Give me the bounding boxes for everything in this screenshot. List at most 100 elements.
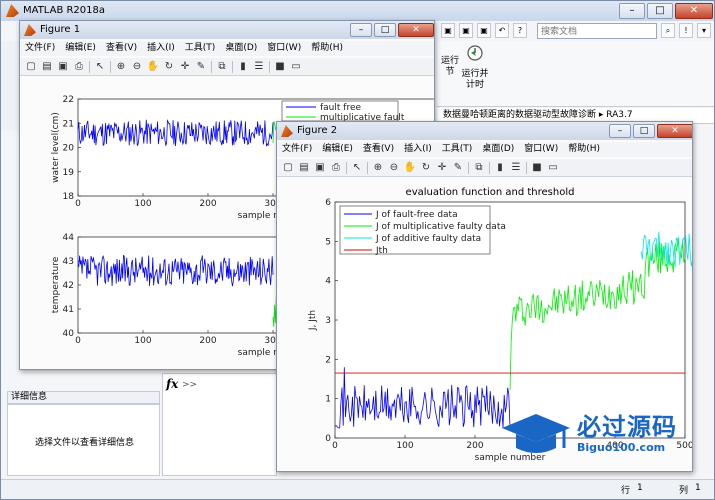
menu-item[interactable]: 查看(V) xyxy=(101,41,142,56)
menu-item[interactable]: 帮助(H) xyxy=(563,142,605,157)
hide-plot-tools-icon[interactable]: ■ xyxy=(530,161,544,175)
command-prompt[interactable]: >> xyxy=(182,380,197,390)
details-panel-title[interactable]: 详细信息 xyxy=(7,391,160,404)
fig1-top-ylabel: water level(cm) xyxy=(51,112,61,183)
hide-plot-tools-icon[interactable]: ■ xyxy=(273,60,287,74)
brush-icon[interactable]: ✎ xyxy=(194,60,208,74)
colorbar-icon[interactable]: ▮ xyxy=(236,60,250,74)
legend-icon[interactable]: ☰ xyxy=(252,60,266,74)
fig1-legend-label: fault free xyxy=(320,103,361,113)
toolbar-separator xyxy=(110,61,111,73)
fig1-bottom-ylabel: temperature xyxy=(51,256,61,313)
fig2-ytick-label: 3 xyxy=(325,316,331,326)
zoom-out-icon[interactable]: ⊖ xyxy=(130,60,144,74)
help-icon[interactable]: ? xyxy=(513,23,527,38)
figure2-close-button[interactable]: ✕ xyxy=(657,124,692,138)
fig1-top-ytick-label: 18 xyxy=(63,192,75,202)
figure2-minimize-button[interactable]: – xyxy=(609,124,631,138)
save-icon[interactable]: ▣ xyxy=(56,60,70,74)
link-plot-icon[interactable]: ⧉ xyxy=(215,60,229,74)
menu-item[interactable]: 编辑(E) xyxy=(60,41,101,56)
fig2-legend-label: J of additive faulty data xyxy=(375,234,481,244)
menu-item[interactable]: 工具(T) xyxy=(437,142,478,157)
print-icon[interactable]: ⎙ xyxy=(72,60,86,74)
menu-item[interactable]: 窗口(W) xyxy=(262,41,306,56)
data-cursor-icon[interactable]: ✛ xyxy=(435,161,449,175)
fig1-top-ytick-label: 22 xyxy=(63,95,74,105)
new-figure-icon[interactable]: ▢ xyxy=(24,60,38,74)
undo-icon[interactable]: ↶ xyxy=(495,23,509,38)
function-browser-icon[interactable]: fx xyxy=(166,377,178,391)
figure1-close-button[interactable]: ✕ xyxy=(398,23,434,37)
zoom-in-icon[interactable]: ⊕ xyxy=(114,60,128,74)
print-icon[interactable]: ⎙ xyxy=(329,161,343,175)
rotate-3d-icon[interactable]: ↻ xyxy=(419,161,433,175)
menu-item[interactable]: 文件(F) xyxy=(20,41,60,56)
pan-icon[interactable]: ✋ xyxy=(146,60,160,74)
menu-item[interactable]: 工具(T) xyxy=(180,41,221,56)
fig1-bottom-xtick-label: 0 xyxy=(75,336,81,346)
figure2-title: Figure 2 xyxy=(297,125,338,136)
search-icon[interactable]: ⌕ xyxy=(661,23,675,38)
open-file-icon[interactable]: ▤ xyxy=(297,161,311,175)
command-window[interactable] xyxy=(162,373,277,476)
zoom-in-icon[interactable]: ⊕ xyxy=(371,161,385,175)
minimize-button[interactable]: – xyxy=(619,3,645,19)
zoom-out-icon[interactable]: ⊖ xyxy=(387,161,401,175)
close-button[interactable]: ✕ xyxy=(675,3,713,19)
save-icon[interactable]: ▣ xyxy=(313,161,327,175)
menu-item[interactable]: 文件(F) xyxy=(277,142,317,157)
quick-access-icon[interactable]: ▣ xyxy=(477,23,491,38)
menu-item[interactable]: 桌面(D) xyxy=(477,142,519,157)
legend-icon[interactable]: ☰ xyxy=(509,161,523,175)
edit-plot-icon[interactable]: ↖ xyxy=(93,60,107,74)
menu-item[interactable]: 窗口(W) xyxy=(519,142,563,157)
fig1-top-xtick-label: 100 xyxy=(134,199,151,209)
run-and-time-label-2: 计时 xyxy=(465,80,484,90)
toolbar-separator xyxy=(489,162,490,174)
data-cursor-icon[interactable]: ✛ xyxy=(178,60,192,74)
stopwatch-icon xyxy=(467,45,483,61)
watermark-url: Biguo100.com xyxy=(577,441,666,454)
pan-icon[interactable]: ✋ xyxy=(403,161,417,175)
figure2-maximize-button[interactable]: □ xyxy=(633,124,655,138)
link-plot-icon[interactable]: ⧉ xyxy=(472,161,486,175)
menu-item[interactable]: 帮助(H) xyxy=(306,41,348,56)
colorbar-icon[interactable]: ▮ xyxy=(493,161,507,175)
menu-item[interactable]: 编辑(E) xyxy=(317,142,358,157)
status-col-value: 1 xyxy=(695,483,701,493)
quick-access-icon[interactable]: ▣ xyxy=(459,23,473,38)
open-file-icon[interactable]: ▤ xyxy=(40,60,54,74)
new-figure-icon[interactable]: ▢ xyxy=(281,161,295,175)
menu-item[interactable]: 插入(I) xyxy=(399,142,437,157)
fig1-top-ytick-label: 21 xyxy=(63,119,74,129)
fig1-bottom-ytick-label: 40 xyxy=(63,329,75,339)
figure1-menubar: 文件(F) 编辑(E) 查看(V) 插入(I) 工具(T) 桌面(D) 窗口(W) 帮助(H) xyxy=(20,41,434,56)
menu-item[interactable]: 查看(V) xyxy=(358,142,399,157)
fig1-bottom-ytick-label: 44 xyxy=(63,233,75,243)
run-and-time-button[interactable]: 运行并 计时 xyxy=(459,69,491,91)
search-docs-input[interactable] xyxy=(537,23,657,39)
ribbon-toggle-icon[interactable]: ▾ xyxy=(697,23,711,38)
edit-plot-icon[interactable]: ↖ xyxy=(350,161,364,175)
maximize-button[interactable]: □ xyxy=(647,3,673,19)
menu-item[interactable]: 桌面(D) xyxy=(220,41,262,56)
figure1-maximize-button[interactable]: □ xyxy=(374,23,396,37)
fig1-top-ytick-label: 19 xyxy=(63,168,75,178)
show-plot-tools-icon[interactable]: ▭ xyxy=(289,60,303,74)
notifications-icon[interactable]: ! xyxy=(679,23,693,38)
brush-icon[interactable]: ✎ xyxy=(451,161,465,175)
status-bar xyxy=(1,479,714,499)
fig1-bottom-ytick-label: 43 xyxy=(63,257,74,267)
toolbar-separator xyxy=(89,61,90,73)
quick-access-icon[interactable]: ▣ xyxy=(441,23,455,38)
fig2-ytick-label: 1 xyxy=(325,395,331,405)
figure1-minimize-button[interactable]: – xyxy=(350,23,372,37)
fig2-xtick-label: 0 xyxy=(332,441,338,451)
menu-item[interactable]: 插入(I) xyxy=(142,41,180,56)
figure2-menubar: 文件(F) 编辑(E) 查看(V) 插入(I) 工具(T) 桌面(D) 窗口(W) 帮助(H) xyxy=(277,142,692,157)
show-plot-tools-icon[interactable]: ▭ xyxy=(546,161,560,175)
status-line-value: 1 xyxy=(637,483,643,493)
rotate-3d-icon[interactable]: ↻ xyxy=(162,60,176,74)
fig1-top-ytick-label: 20 xyxy=(63,144,75,154)
